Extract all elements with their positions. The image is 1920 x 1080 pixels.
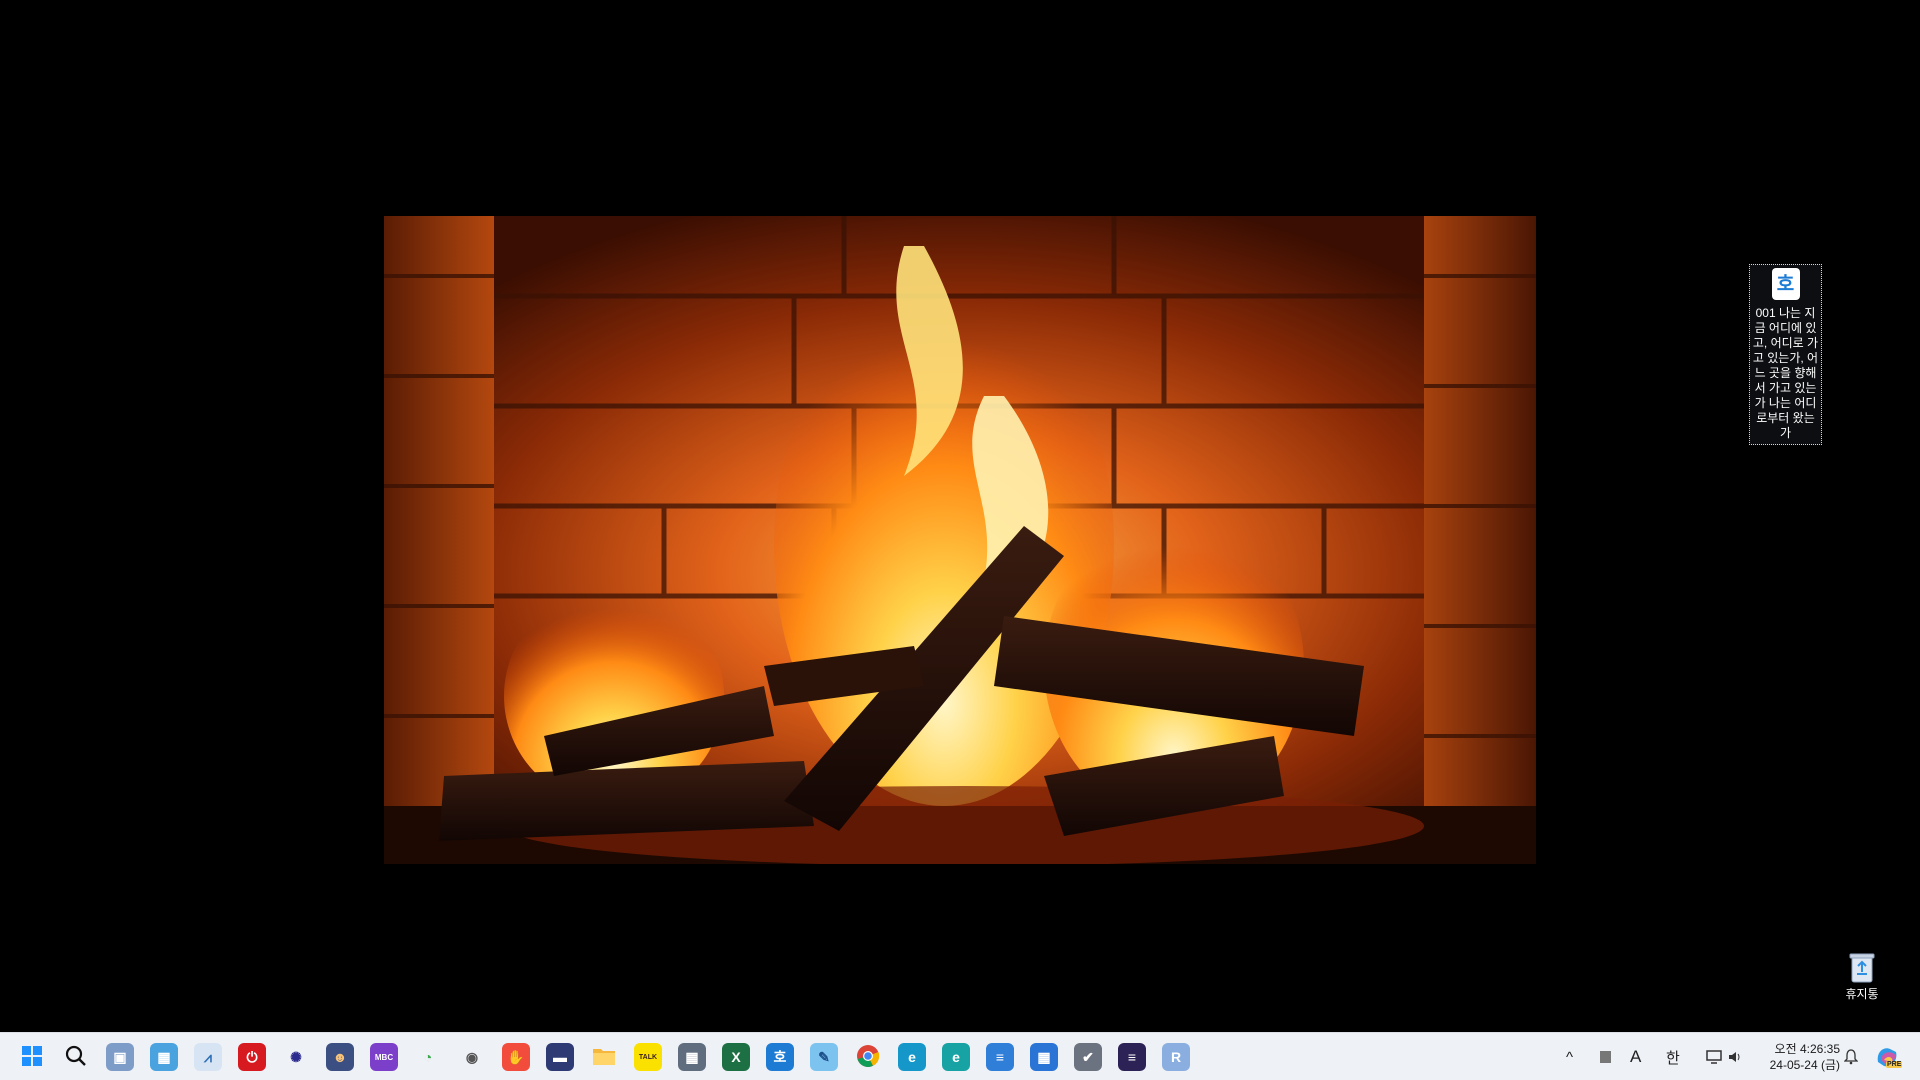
notepad-icon: ≡ (995, 1049, 1005, 1065)
start-icon (21, 1045, 43, 1070)
chrome-icon (856, 1044, 880, 1071)
ime-language-label: 한 (1666, 1049, 1680, 1067)
taskbar-monitor-app-button[interactable]: ▬ (546, 1043, 574, 1071)
taskbar-task-app-button[interactable]: ✔ (1074, 1043, 1102, 1071)
timer-icon: ◔ (423, 1049, 433, 1065)
edge-dev-icon: e (952, 1049, 960, 1065)
taskbar-avatar-app-button[interactable]: ☻ (326, 1043, 354, 1071)
tray-app-icon[interactable] (1600, 1047, 1611, 1067)
paint-icon: ✎ (818, 1048, 830, 1065)
taskbar-edge-dev-button[interactable]: e (942, 1043, 970, 1071)
taskbar-hwp-button[interactable]: 호 (766, 1043, 794, 1071)
taskbar-webcam-button[interactable]: ◉ (458, 1043, 486, 1071)
volume-control[interactable] (1728, 1047, 1742, 1067)
taskbar-chrome-button[interactable] (854, 1043, 882, 1071)
taskbar-excel-button[interactable]: X (722, 1043, 750, 1071)
hwp-document-icon: 호 (1771, 268, 1800, 300)
taskbar-notepad-button[interactable]: ≡ (986, 1043, 1014, 1071)
capture-icon: ✋ (507, 1048, 525, 1065)
r-lang-icon: R (1170, 1049, 1182, 1065)
square-icon (1600, 1051, 1611, 1063)
clock[interactable]: 오전 4:26:35 24-05-24 (금) (1752, 1041, 1840, 1073)
eclipse-icon: ≡ (1127, 1049, 1137, 1065)
desktop-wallpaper-fireplace (384, 216, 1536, 864)
avatar-app-icon: ☻ (332, 1049, 348, 1065)
copilot-button[interactable]: PRE (1874, 1043, 1903, 1071)
desktop-icon-label: 001 나는 지금 어디에 있고, 어디로 가고 있는가, 어느 곳을 향해서 … (1752, 306, 1819, 440)
task-app-icon: ✔ (1082, 1048, 1094, 1065)
clock-date: 24-05-24 (금) (1769, 1058, 1840, 1072)
taskbar-calendar-button[interactable]: ▦ (1030, 1043, 1058, 1071)
search-icon (65, 1045, 87, 1070)
taskbar: ▣ ▦ ⩘ ⏻ ✺ ☻ MBC ◔ ◉ ✋ ▬ TALK ▦ X 호 ✎ e e ≡ ▦ ✔ ≡ R ^ A 한 오전 4:… (0, 1032, 1920, 1080)
file-explorer-icon (592, 1046, 616, 1069)
taskbar-edge-button[interactable]: e (898, 1043, 926, 1071)
chart-app-icon: ⩘ (204, 1048, 212, 1065)
mbc-radio-icon: MBC (374, 1052, 394, 1062)
ime-language-indicator[interactable]: 한 (1666, 1047, 1680, 1067)
desktop-icon-label: 휴지통 (1845, 987, 1879, 1001)
chevron-up-icon: ^ (1566, 1048, 1574, 1066)
webcam-icon: ◉ (465, 1048, 479, 1065)
excel-icon: X (731, 1049, 741, 1065)
calendar-icon: ▦ (1037, 1048, 1051, 1065)
taskbar-atom-button[interactable]: ✺ (282, 1043, 310, 1071)
ime-mode-indicator[interactable]: A (1630, 1047, 1641, 1067)
taskbar-r-lang-button[interactable]: R (1162, 1043, 1190, 1071)
network-pc-icon: ▣ (113, 1048, 127, 1065)
edge-icon: e (908, 1049, 916, 1065)
taskbar-kakaotalk-button[interactable]: TALK (634, 1043, 662, 1071)
taskbar-calculator-button[interactable]: ▦ (678, 1043, 706, 1071)
notifications-button[interactable] (1844, 1047, 1858, 1067)
network-status[interactable] (1706, 1047, 1724, 1067)
taskbar-mbc-radio-button[interactable]: MBC (370, 1043, 398, 1071)
taskbar-power-button[interactable]: ⏻ (238, 1043, 266, 1071)
show-hidden-icons-chevron[interactable]: ^ (1566, 1047, 1573, 1067)
taskbar-chart-app-button[interactable]: ⩘ (194, 1043, 222, 1071)
desktop-icon-document[interactable]: 호 001 나는 지금 어디에 있고, 어디로 가고 있는가, 어느 곳을 향해… (1749, 264, 1822, 445)
speaker-icon (1729, 1052, 1740, 1062)
recycle-bin-icon (1848, 952, 1876, 984)
taskbar-start-button[interactable] (18, 1043, 46, 1071)
bell-icon (1844, 1049, 1858, 1065)
taskbar-search-button[interactable] (62, 1043, 90, 1071)
clock-time: 오전 4:26:35 (1774, 1042, 1840, 1056)
ime-mode-label: A (1630, 1047, 1642, 1066)
network-icon (1706, 1050, 1722, 1064)
taskbar-photo-viewer-button[interactable]: ▦ (150, 1043, 178, 1071)
taskbar-eclipse-button[interactable]: ≡ (1118, 1043, 1146, 1071)
taskbar-capture-button[interactable]: ✋ (502, 1043, 530, 1071)
taskbar-paint-button[interactable]: ✎ (810, 1043, 838, 1071)
taskbar-timer-button[interactable]: ◔ (414, 1043, 442, 1071)
atom-icon: ✺ (290, 1048, 302, 1065)
taskbar-network-pc-button[interactable]: ▣ (106, 1043, 134, 1071)
kakaotalk-icon: TALK (638, 1053, 658, 1061)
desktop-icon-recycle-bin[interactable]: 휴지통 (1834, 952, 1890, 1002)
calculator-icon: ▦ (685, 1048, 699, 1065)
monitor-app-icon: ▬ (553, 1049, 567, 1065)
power-icon: ⏻ (246, 1048, 258, 1065)
photo-viewer-icon: ▦ (157, 1048, 171, 1065)
hwp-icon: 호 (773, 1049, 787, 1065)
taskbar-file-explorer-button[interactable] (590, 1043, 618, 1071)
preview-badge: PRE (1886, 1061, 1903, 1068)
